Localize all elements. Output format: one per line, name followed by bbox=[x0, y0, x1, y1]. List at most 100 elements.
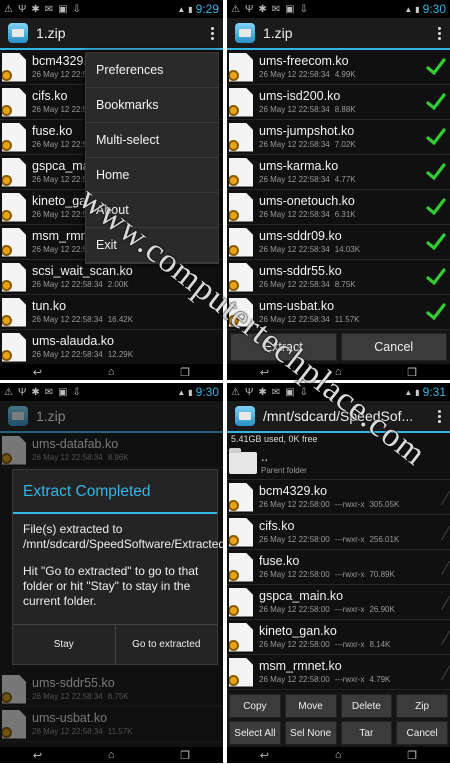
file-row[interactable]: bcm4329.ko 26 May 12 22:58:00 ---rwxr-x 305… bbox=[227, 480, 450, 515]
checkmark-icon[interactable] bbox=[426, 92, 446, 112]
checkmark-icon[interactable] bbox=[426, 302, 446, 322]
menu-item-preferences[interactable]: Preferences bbox=[86, 53, 218, 88]
back-icon[interactable]: ↩ bbox=[260, 366, 269, 379]
overflow-menu-icon[interactable] bbox=[207, 26, 217, 40]
file-row[interactable]: ums-freecom.ko 26 May 12 22:58:34 4.99K bbox=[227, 50, 450, 85]
file-row[interactable]: ums-alauda.ko 26 May 12 22:58:34 12.29K bbox=[0, 330, 223, 365]
delete-button[interactable]: Delete bbox=[340, 694, 393, 718]
gear-badge-icon bbox=[229, 534, 239, 546]
usb-icon: Ψ bbox=[17, 3, 27, 15]
app-icon[interactable] bbox=[235, 23, 255, 43]
status-bar: ⚠ Ψ ✱ ✉ ▣ ⇩ ▲ ▮ 9:30 bbox=[0, 383, 223, 401]
file-date: 26 May 12 22:58:34 bbox=[32, 727, 103, 736]
file-meta: 26 May 12 22:58:34 4.99K bbox=[259, 69, 426, 80]
file-row[interactable]: kineto_gan.ko 26 May 12 22:58:00 ---rwxr-x… bbox=[227, 620, 450, 655]
file-row[interactable]: scsi_wait_scan.ko 26 May 12 22:58:34 2.00K bbox=[0, 260, 223, 295]
gear-badge-icon bbox=[229, 104, 239, 116]
checkmark-icon[interactable] bbox=[426, 197, 446, 217]
home-icon[interactable]: ⌂ bbox=[108, 366, 115, 378]
file-size: 8.75K bbox=[107, 692, 129, 701]
gear-badge-icon bbox=[2, 691, 12, 703]
file-icon bbox=[2, 157, 26, 187]
recents-icon[interactable]: ❐ bbox=[180, 366, 190, 379]
file-row[interactable]: msm_rmnet.ko 26 May 12 22:58:00 ---rwxr-x 4… bbox=[227, 655, 450, 690]
overflow-menu-icon[interactable] bbox=[434, 26, 444, 40]
file-icon bbox=[229, 157, 253, 187]
overflow-menu-icon[interactable] bbox=[434, 409, 444, 423]
cancel-button[interactable]: Cancel bbox=[340, 333, 447, 361]
mail-icon: ✉ bbox=[44, 386, 54, 398]
move-button[interactable]: Move bbox=[284, 694, 337, 718]
file-row[interactable]: ums-usbat.ko 26 May 12 22:58:34 11.57K bbox=[0, 707, 223, 742]
file-date: 26 May 12 22:58:34 bbox=[32, 280, 103, 289]
file-row[interactable]: fuse.ko 26 May 12 22:58:00 ---rwxr-x 70.89K bbox=[227, 550, 450, 585]
extract-button[interactable]: Extract bbox=[230, 333, 337, 361]
zip-button[interactable]: Zip bbox=[396, 694, 448, 718]
recents-icon[interactable]: ❐ bbox=[180, 749, 190, 762]
back-icon[interactable]: ↩ bbox=[33, 749, 42, 762]
file-icon bbox=[229, 622, 253, 652]
menu-item-home[interactable]: Home bbox=[86, 158, 218, 193]
parent-folder-label: Parent folder bbox=[261, 465, 307, 475]
parent-folder-row[interactable]: .. Parent folder bbox=[227, 446, 450, 480]
gear-badge-icon bbox=[2, 279, 12, 291]
file-size: 70.89K bbox=[369, 570, 395, 579]
gear-badge-icon bbox=[229, 314, 239, 326]
checkmark-icon[interactable] bbox=[426, 267, 446, 287]
file-row[interactable]: tun.ko 26 May 12 22:58:34 16.42K bbox=[0, 295, 223, 330]
debug-icon: ✱ bbox=[31, 386, 40, 398]
recents-icon[interactable]: ❐ bbox=[407, 749, 417, 762]
home-icon[interactable]: ⌂ bbox=[108, 749, 115, 761]
gear-badge-icon bbox=[229, 244, 239, 256]
menu-item-exit[interactable]: Exit bbox=[86, 228, 218, 263]
select-none-button[interactable]: Sel None bbox=[284, 721, 337, 745]
cancel-button[interactable]: Cancel bbox=[396, 721, 448, 745]
file-row[interactable]: ums-jumpshot.ko 26 May 12 22:58:34 7.02K bbox=[227, 120, 450, 155]
go-to-extracted-button[interactable]: Go to extracted bbox=[114, 625, 218, 664]
checkmark-icon[interactable] bbox=[426, 57, 446, 77]
file-row[interactable]: ums-karma.ko 26 May 12 22:58:34 4.77K bbox=[227, 155, 450, 190]
back-icon[interactable]: ↩ bbox=[33, 366, 42, 379]
copy-button[interactable]: Copy bbox=[229, 694, 281, 718]
file-date: 26 May 12 22:58:00 bbox=[259, 675, 330, 684]
file-row[interactable]: ums-sddr09.ko 26 May 12 22:58:34 14.03K bbox=[227, 225, 450, 260]
recents-icon[interactable]: ❐ bbox=[407, 366, 417, 379]
app-icon[interactable] bbox=[8, 23, 28, 43]
gear-badge-icon bbox=[2, 244, 12, 256]
signal-icon: ▲ bbox=[177, 387, 186, 397]
file-size: 8.14K bbox=[369, 640, 391, 649]
file-row[interactable]: ums-sddr55.ko 26 May 12 22:58:34 8.75K bbox=[0, 672, 223, 707]
back-icon[interactable]: ↩ bbox=[260, 749, 269, 762]
file-row[interactable]: ums-usbat.ko 26 May 12 22:58:34 11.57K bbox=[227, 295, 450, 330]
app-icon[interactable] bbox=[235, 406, 255, 426]
file-meta: 26 May 12 22:58:34 8.75K bbox=[259, 279, 426, 290]
dialog-body: File(s) extracted to /mnt/sdcard/SpeedSo… bbox=[13, 514, 223, 624]
select-all-button[interactable]: Select All bbox=[229, 721, 281, 745]
checkmark-icon[interactable] bbox=[426, 162, 446, 182]
status-bar: ⚠ Ψ ✱ ✉ ▣ ⇩ ▲ ▮ 9:31 bbox=[227, 383, 450, 401]
gear-badge-icon bbox=[2, 314, 12, 326]
menu-item-bookmarks[interactable]: Bookmarks bbox=[86, 88, 218, 123]
home-icon[interactable]: ⌂ bbox=[335, 749, 342, 761]
file-row[interactable]: cifs.ko 26 May 12 22:58:00 ---rwxr-x 256.01… bbox=[227, 515, 450, 550]
checkmark-icon[interactable] bbox=[426, 232, 446, 252]
image-icon: ▣ bbox=[58, 3, 68, 15]
stay-button[interactable]: Stay bbox=[13, 625, 115, 664]
menu-item-about[interactable]: About bbox=[86, 193, 218, 228]
file-row[interactable]: gspca_main.ko 26 May 12 22:58:00 ---rwxr-x… bbox=[227, 585, 450, 620]
file-row[interactable]: ums-isd200.ko 26 May 12 22:58:34 8.88K bbox=[227, 85, 450, 120]
tar-button[interactable]: Tar bbox=[340, 721, 393, 745]
file-row[interactable]: ums-sddr55.ko 26 May 12 22:58:34 8.75K bbox=[227, 260, 450, 295]
nav-bar: ↩ ⌂ ❐ bbox=[0, 364, 223, 380]
gear-badge-icon bbox=[229, 604, 239, 616]
menu-item-multi-select[interactable]: Multi-select bbox=[86, 123, 218, 158]
signal-icon: ▲ bbox=[177, 4, 186, 14]
file-date: 26 May 12 22:58:34 bbox=[259, 315, 330, 324]
storage-usage: 5.41GB used, 0K free bbox=[227, 433, 450, 446]
file-row[interactable]: ums-datafab.ko 26 May 12 22:58:34 8.96K bbox=[0, 433, 223, 468]
clock: 9:31 bbox=[422, 385, 446, 399]
file-row[interactable]: ums-onetouch.ko 26 May 12 22:58:34 6.31K bbox=[227, 190, 450, 225]
home-icon[interactable]: ⌂ bbox=[335, 366, 342, 378]
file-date: 26 May 12 22:58:34 bbox=[32, 453, 103, 462]
checkmark-icon[interactable] bbox=[426, 127, 446, 147]
